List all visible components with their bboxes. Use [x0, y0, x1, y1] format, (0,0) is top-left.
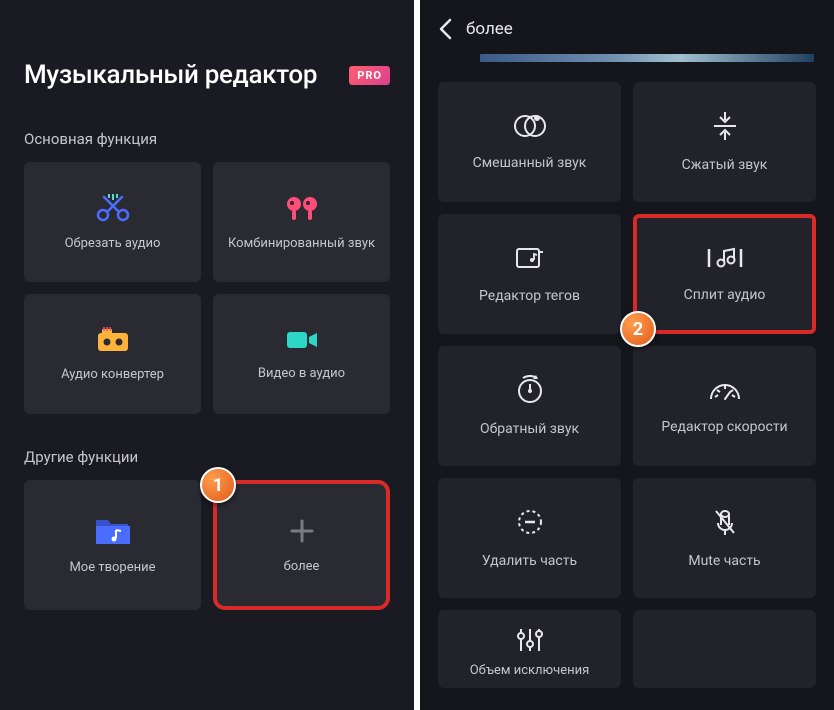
tile-remove-part[interactable]: Удалить часть	[438, 478, 621, 598]
step-badge-1: 1	[200, 467, 236, 503]
split-icon	[706, 245, 744, 271]
equalizer-icon	[515, 621, 545, 653]
tile-more[interactable]: 1 более	[213, 480, 390, 610]
main-grid: Обрезать аудио Комбинированный звук	[24, 162, 390, 414]
tile-audio-converter[interactable]: Аудио конвертер	[24, 294, 201, 414]
tile-label: более	[284, 559, 320, 574]
tile-tags[interactable]: Редактор тегов	[438, 214, 621, 334]
tile-mix[interactable]: Смешанный звук	[438, 82, 621, 202]
pro-badge[interactable]: PRO	[349, 66, 390, 85]
tile-hidden[interactable]	[633, 610, 816, 688]
tile-combine-audio[interactable]: Комбинированный звук	[213, 162, 390, 282]
tile-mute-part[interactable]: Mute часть	[633, 478, 816, 598]
tile-my-creation[interactable]: Мое творение	[24, 480, 201, 610]
header: Музыкальный редактор PRO	[24, 60, 390, 90]
tile-reverse[interactable]: Обратный звук	[438, 346, 621, 466]
tile-compress[interactable]: Сжатый звук	[633, 82, 816, 202]
video-icon	[285, 328, 319, 352]
tile-label: Сплит аудио	[684, 287, 766, 303]
tile-label: Комбинированный звук	[228, 236, 375, 251]
tile-label: Объем исключения	[470, 663, 590, 678]
topbar: более	[420, 0, 834, 54]
tile-label: Аудио конвертер	[61, 367, 164, 382]
step-badge-2: 2	[620, 311, 656, 347]
back-icon[interactable]	[438, 18, 452, 40]
topbar-title: более	[466, 19, 513, 39]
reverse-icon	[514, 375, 546, 405]
more-grid: Смешанный звук Сжатый звук Редактор тего…	[420, 82, 834, 706]
tile-label: Редактор скорости	[661, 419, 787, 435]
tile-speed[interactable]: Редактор скорости	[633, 346, 816, 466]
screen-main: Музыкальный редактор PRO Основная функци…	[0, 0, 414, 710]
tile-label: Мое творение	[69, 560, 155, 575]
tile-label: Обратный звук	[480, 421, 579, 437]
tile-split-audio[interactable]: 2 Сплит аудио	[633, 214, 816, 334]
app-title: Музыкальный редактор	[24, 60, 317, 90]
tile-label: Обрезать аудио	[65, 236, 161, 251]
tile-label: Смешанный звук	[473, 155, 587, 171]
tile-label: Редактор тегов	[479, 288, 580, 304]
screen-more: более Смешанный звук Сжатый звук Редакто…	[420, 0, 834, 710]
mute-icon	[711, 507, 739, 537]
tile-label: Видео в аудио	[258, 366, 345, 381]
scissors-icon	[96, 194, 130, 222]
tile-cut-audio[interactable]: Обрезать аудио	[24, 162, 201, 282]
tile-label: Удалить часть	[482, 553, 577, 569]
remove-icon	[515, 507, 545, 537]
earbuds-icon	[284, 194, 320, 222]
other-grid: Мое творение 1 более	[24, 480, 390, 610]
folder-music-icon	[94, 516, 132, 546]
mix-icon	[512, 113, 548, 139]
tags-icon	[514, 244, 546, 272]
compress-icon	[710, 111, 740, 141]
preview-strip	[480, 54, 814, 62]
plus-icon	[288, 517, 316, 545]
section-other-label: Другие функции	[24, 448, 390, 466]
tile-label: Mute часть	[688, 553, 760, 569]
tile-label: Сжатый звук	[682, 157, 768, 173]
cassette-icon	[96, 327, 130, 353]
tile-video-to-audio[interactable]: Видео в аудио	[213, 294, 390, 414]
speedometer-icon	[707, 377, 743, 403]
section-main-label: Основная функция	[24, 130, 390, 148]
tile-volume[interactable]: Объем исключения	[438, 610, 621, 688]
